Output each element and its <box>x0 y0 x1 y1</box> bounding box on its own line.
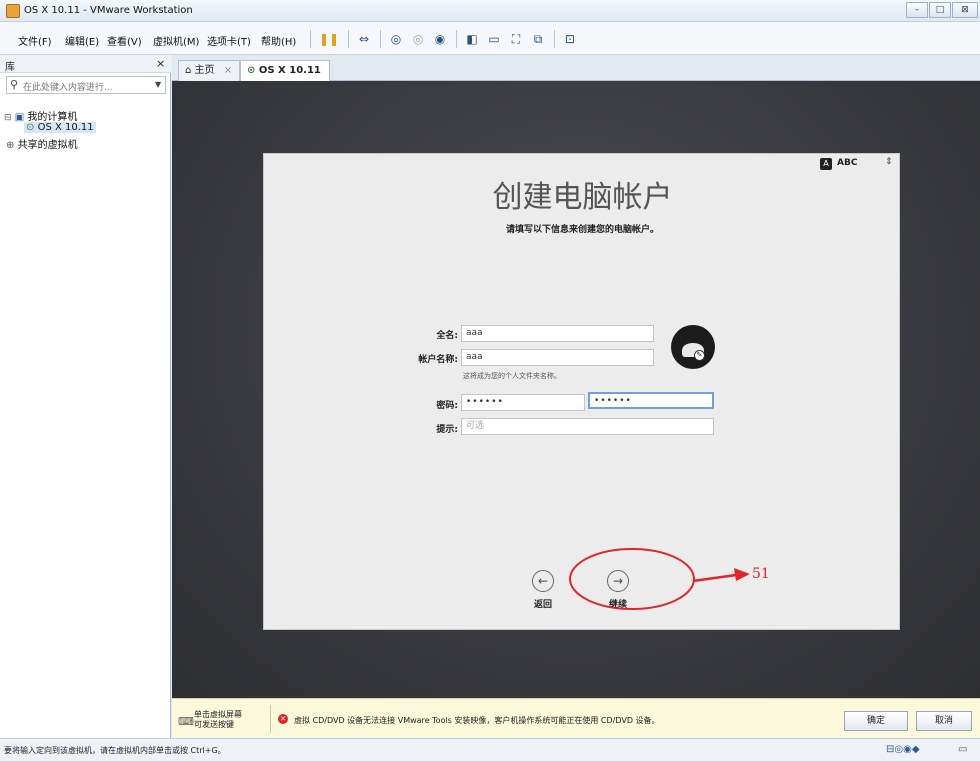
collapse-icon[interactable]: ⊟ <box>4 113 12 123</box>
snapshot-manager-icon[interactable]: ◉ <box>430 30 450 48</box>
chevron-down-icon[interactable]: ▼ <box>155 80 161 89</box>
annotation-arrow-head <box>734 568 750 581</box>
menu-vm[interactable]: 虚拟机(M) <box>153 33 199 48</box>
annotation-circle <box>569 548 695 610</box>
maximize-button[interactable]: □ <box>929 2 951 18</box>
toolbar-separator <box>380 30 381 48</box>
hint-line-1: 单击虚拟屏幕 <box>194 710 242 719</box>
hint-line-2: 可发送按键 <box>194 720 234 729</box>
pause-icon[interactable]: ❚❚ ▾ <box>316 30 342 64</box>
message-log-icon[interactable]: ▭ <box>958 744 967 755</box>
title-bar: OS X 10.11 - VMware Workstation – □ ⊠ <box>0 0 980 22</box>
input-source-label[interactable]: ABC <box>837 158 857 168</box>
library-title: 库 <box>5 62 15 73</box>
account-name-label: 帐户名称: <box>418 355 458 365</box>
vmware-app-icon <box>6 4 20 18</box>
vm-icon: ⊙ <box>247 65 256 76</box>
page-title: 创建电脑帐户 <box>492 180 673 215</box>
fullscreen-icon[interactable]: ⛶ <box>506 30 526 48</box>
tab-label: OS X 10.11 <box>258 65 321 76</box>
password-field[interactable]: •••••• <box>461 394 585 411</box>
vm-icon: ⊙ <box>26 122 35 133</box>
tab-close-icon[interactable]: × <box>224 65 232 76</box>
input-source-chevron-icon[interactable]: ⇕ <box>885 157 893 167</box>
toolbar-separator <box>554 30 555 48</box>
unity-icon[interactable]: ⧉ <box>528 30 548 48</box>
password-hint-field[interactable]: 可选 <box>461 418 714 435</box>
back-button-label[interactable]: 返回 <box>527 597 559 610</box>
ok-button[interactable]: 确定 <box>844 711 908 731</box>
account-name-hint: 这将成为您的个人文件夹名称。 <box>463 372 561 380</box>
annotation-arrow-line <box>692 573 737 583</box>
notice-message: 虚拟 CD/DVD 设备无法连接 VMware Tools 安装映像，客户机操作… <box>294 716 660 725</box>
tab-bar: ⌂ 主页 × ⊙ OS X 10.11 × <box>172 55 980 95</box>
toolbar-separator <box>348 30 349 48</box>
error-icon: ✕ <box>278 714 288 724</box>
page-subtitle: 请填写以下信息来创建您的电脑帐户。 <box>505 225 659 235</box>
back-arrow-icon[interactable]: ← <box>532 570 554 592</box>
console-view-icon[interactable]: ▭ <box>484 30 504 48</box>
tree-item-vm[interactable]: ⊙ OS X 10.11 <box>24 122 96 133</box>
tree-item-my-computer[interactable]: ⊟ ▣ 我的计算机 <box>4 108 77 123</box>
library-header: 库 × <box>0 55 171 73</box>
menu-view[interactable]: 查看(V) <box>107 33 142 48</box>
click-screen-hint: 单击虚拟屏幕 可发送按键 <box>194 710 242 730</box>
shared-vm-icon: ⊕ <box>6 140 15 151</box>
minimize-button[interactable]: – <box>906 2 928 18</box>
tree-item-label: OS X 10.11 <box>37 122 94 133</box>
stretch-guest-icon[interactable]: ⊡ <box>560 30 580 48</box>
tab-os-x[interactable]: ⊙ OS X 10.11 × <box>240 60 330 95</box>
tree-item-label: 共享的虚拟机 <box>17 140 78 151</box>
library-close-icon[interactable]: × <box>156 57 165 70</box>
edit-avatar-icon[interactable]: ✎ <box>694 350 705 361</box>
hint-label: 提示: <box>436 425 458 435</box>
library-search-input[interactable]: ⚲ 在此处键入内容进行... ▼ <box>6 76 166 94</box>
keyboard-icon: A <box>820 158 832 170</box>
notification-bar: ⌨ 单击虚拟屏幕 可发送按键 ✕ 虚拟 CD/DVD 设备无法连接 VMware… <box>172 698 980 738</box>
menu-tabs[interactable]: 选项卡(T) <box>207 33 251 48</box>
library-panel: 库 × ⚲ 在此处键入内容进行... ▼ ⊟ ▣ 我的计算机 ⊙ OS X 10… <box>0 55 171 738</box>
fullname-label: 全名: <box>436 331 458 341</box>
close-window-button[interactable]: ⊠ <box>952 2 978 18</box>
keyboard-hint-icon: ⌨ <box>178 715 194 728</box>
snapshot-icon[interactable]: ◎ <box>386 30 406 48</box>
home-icon: ⌂ <box>185 65 192 76</box>
search-icon: ⚲ <box>10 78 19 91</box>
library-view-icon[interactable]: ◧ <box>462 30 482 48</box>
revert-snapshot-icon[interactable]: ◎ <box>408 30 428 48</box>
menu-bar: 文件(F) 编辑(E) 查看(V) 虚拟机(M) 选项卡(T) 帮助(H) ❚❚… <box>0 22 980 64</box>
device-status-icons[interactable]: ⊟◎◉◆ <box>886 744 920 755</box>
send-ctrl-alt-del-icon[interactable]: ⇔ <box>354 30 374 48</box>
library-search-placeholder: 在此处键入内容进行... <box>23 83 113 93</box>
menu-file[interactable]: 文件(F) <box>18 33 52 48</box>
password-label: 密码: <box>436 401 458 411</box>
window-title: OS X 10.11 - VMware Workstation <box>24 5 193 16</box>
tab-label: 主页 <box>194 65 215 76</box>
tree-item-shared[interactable]: ⊕ 共享的虚拟机 <box>6 136 78 151</box>
account-name-field[interactable]: aaa <box>461 349 654 366</box>
menu-help[interactable]: 帮助(H) <box>261 33 296 48</box>
toolbar-separator <box>310 30 311 48</box>
cancel-button[interactable]: 取消 <box>916 711 972 731</box>
status-bar: 要将输入定向到该虚拟机，请在虚拟机内部单击或按 Ctrl+G。 ⊟◎◉◆ ▭ <box>0 738 980 761</box>
fullname-field[interactable]: aaa <box>461 325 654 342</box>
status-text: 要将输入定向到该虚拟机，请在虚拟机内部单击或按 Ctrl+G。 <box>4 746 226 755</box>
computer-icon: ▣ <box>14 112 25 123</box>
tab-home[interactable]: ⌂ 主页 × <box>178 60 240 81</box>
user-avatar[interactable]: ✎ <box>671 325 715 369</box>
notice-divider <box>270 705 271 733</box>
annotation-label: 51 <box>752 566 770 582</box>
menu-edit[interactable]: 编辑(E) <box>65 33 99 48</box>
verify-password-field[interactable]: •••••• <box>588 392 714 409</box>
toolbar-separator <box>456 30 457 48</box>
